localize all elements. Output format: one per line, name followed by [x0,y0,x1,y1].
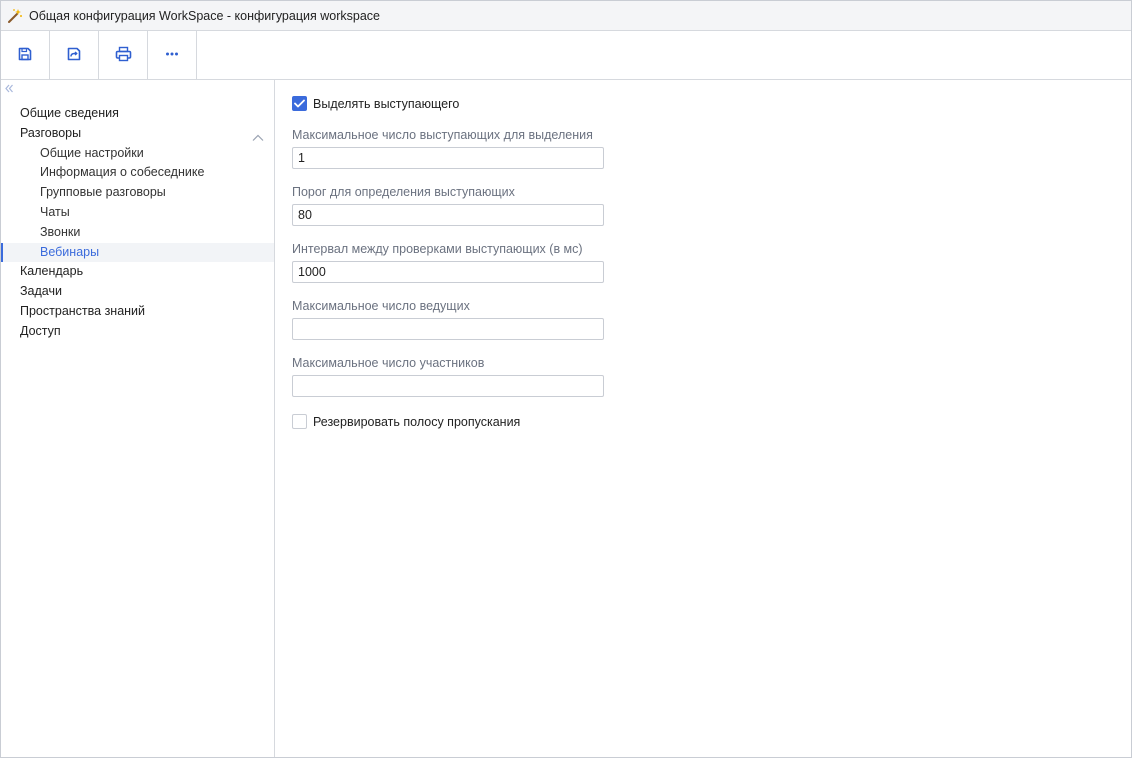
sidebar-item-label: Вебинары [40,244,100,259]
print-icon [115,46,132,65]
save-and-close-icon [66,46,82,65]
max-hosts-label: Максимальное число ведущих [292,299,470,313]
max-participants-input[interactable] [292,375,604,397]
max-highlighted-speakers-input[interactable] [292,147,604,169]
max-participants-label: Максимальное число участников [292,356,485,370]
sidebar-item-contact-info[interactable]: Информация о собеседнике [1,163,274,183]
sidebar-item-label: Групповые разговоры [40,185,166,200]
sidebar-item-access[interactable]: Доступ [1,322,274,342]
sidebar-item-tasks[interactable]: Задачи [1,282,274,302]
highlight-speaker-checkbox[interactable]: Выделять выступающего [292,96,459,111]
speaker-threshold-label: Порог для определения выступающих [292,185,515,199]
sidebar-item-chats[interactable]: Чаты [1,203,274,223]
speaker-check-interval-label: Интервал между проверками выступающих (в… [292,242,583,256]
save-icon [17,46,33,65]
sidebar-item-label: Общие сведения [20,106,119,120]
checkbox-unchecked-icon[interactable] [292,414,307,429]
max-hosts-input[interactable] [292,318,604,340]
sidebar-item-label: Разговоры [20,125,82,140]
sidebar-navigation: Общие сведения Разговоры Общие настройки… [1,80,275,757]
sidebar-item-group-conversations[interactable]: Групповые разговоры [1,183,274,203]
sidebar-item-general-info[interactable]: Общие сведения [1,104,274,124]
sidebar-item-label: Календарь [20,264,84,279]
more-icon [164,46,180,65]
sidebar-item-webinars[interactable]: Вебинары [1,242,274,263]
magic-wand-icon [7,8,23,24]
sidebar-item-calls[interactable]: Звонки [1,223,274,243]
sidebar-item-label: Общие настройки [40,145,144,160]
settings-panel: Выделять выступающего Максимальное число… [275,80,1131,757]
title-bar: Общая конфигурация WorkSpace - конфигура… [1,1,1131,31]
reserve-bandwidth-label: Резервировать полосу пропускания [313,414,521,429]
print-button[interactable] [99,31,148,79]
max-highlighted-speakers-label: Максимальное число выступающих для выдел… [292,128,593,142]
sidebar-item-label: Задачи [20,284,62,299]
sidebar-item-label: Звонки [40,224,81,239]
nav-tree: Общие сведения Разговоры Общие настройки… [1,104,274,342]
window-title: Общая конфигурация WorkSpace - конфигура… [29,8,380,23]
sidebar-item-conversations[interactable]: Разговоры [1,124,274,144]
speaker-check-interval-input[interactable] [292,261,604,283]
toolbar [1,31,1131,80]
sidebar-item-label: Доступ [20,323,61,338]
sidebar-item-label: Чаты [40,204,70,219]
configuration-window: Общая конфигурация WorkSpace - конфигура… [0,0,1132,758]
save-button[interactable] [1,31,50,79]
speaker-threshold-input[interactable] [292,204,604,226]
save-and-close-button[interactable] [50,31,99,79]
more-button[interactable] [148,31,197,79]
sidebar-item-label: Пространства знаний [20,303,146,318]
checkbox-checked-icon[interactable] [292,96,307,111]
sidebar-item-general-settings[interactable]: Общие настройки [1,144,274,164]
sidebar-item-knowledge-spaces[interactable]: Пространства знаний [1,302,274,322]
sidebar-item-calendar[interactable]: Календарь [1,262,274,282]
reserve-bandwidth-checkbox[interactable]: Резервировать полосу пропускания [292,414,520,429]
chevron-up-icon[interactable] [252,129,264,141]
double-chevron-left-icon[interactable] [4,82,14,93]
sidebar-item-label: Информация о собеседнике [40,165,205,180]
highlight-speaker-label: Выделять выступающего [313,96,460,111]
